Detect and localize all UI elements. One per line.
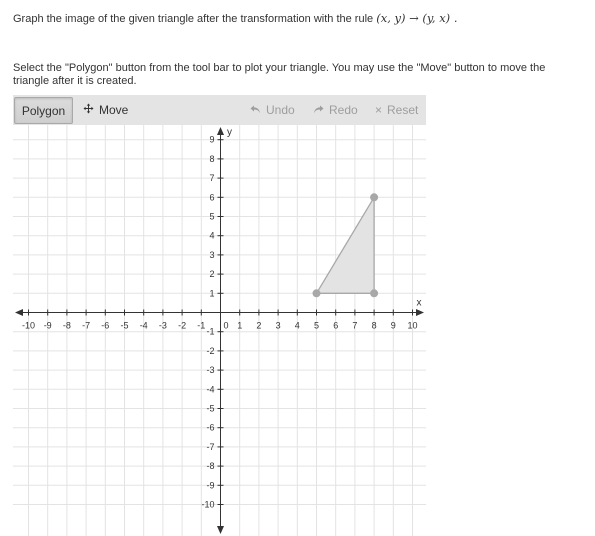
question-text: Graph the image of the given triangle af… <box>13 11 457 25</box>
y-tick-label: 2 <box>209 269 214 279</box>
x-axis-arrow-left <box>15 309 23 316</box>
x-tick-label: 0 <box>224 321 229 331</box>
transformation-rule: (x, y) → (y, x) . <box>376 11 458 25</box>
redo-button-label: Redo <box>329 103 358 117</box>
x-tick-label: 5 <box>314 321 319 331</box>
x-tick-label: -6 <box>101 321 109 331</box>
y-tick-label: 7 <box>209 173 214 183</box>
y-tick-label: 8 <box>209 154 214 164</box>
triangle-vertex-point[interactable] <box>312 289 321 298</box>
y-tick-label: -9 <box>206 480 214 490</box>
redo-button[interactable]: Redo <box>313 95 358 125</box>
x-tick-label: 1 <box>237 321 242 331</box>
undo-arrow-icon <box>250 103 261 117</box>
redo-arrow-icon <box>313 103 324 117</box>
move-button-label: Move <box>99 103 129 117</box>
undo-button-label: Undo <box>266 103 295 117</box>
x-tick-label: 8 <box>372 321 377 331</box>
reset-button[interactable]: × Reset <box>375 95 418 125</box>
x-axis-label: x <box>417 298 422 309</box>
y-axis-label: y <box>227 127 232 138</box>
x-tick-label: 10 <box>407 321 417 331</box>
y-tick-label: -7 <box>206 442 214 452</box>
x-tick-label: -5 <box>120 321 128 331</box>
triangle-polygon[interactable] <box>315 194 375 294</box>
graph-canvas[interactable]: -10 -9 -8 -7 -6 -5 -4 -3 -2 -1 0 1 2 3 4 5 6 7 8 9 10 -10 -9 -8… <box>13 125 426 536</box>
triangle-vertex-point[interactable] <box>370 289 379 298</box>
x-tick-label: -4 <box>140 321 148 331</box>
x-tick-label: -7 <box>82 321 90 331</box>
graph-toolbar: Polygon Move Undo Redo × Reset <box>13 95 426 125</box>
reset-button-label: Reset <box>387 103 419 117</box>
y-tick-label: 6 <box>209 192 214 202</box>
x-tick-label: -9 <box>44 321 52 331</box>
y-axis-arrow-up <box>217 127 224 135</box>
x-tick-label: 9 <box>391 321 396 331</box>
y-tick-label: -6 <box>206 423 214 433</box>
y-tick-label: -1 <box>206 327 214 337</box>
y-tick-label: 5 <box>209 212 214 222</box>
y-tick-label: -3 <box>206 365 214 375</box>
y-tick-label: -10 <box>201 500 214 510</box>
y-tick-label: 3 <box>209 250 214 260</box>
question-prompt: Graph the image of the given triangle af… <box>13 13 374 25</box>
x-icon: × <box>375 103 383 117</box>
x-tick-label: -3 <box>159 321 167 331</box>
y-tick-label: 10 <box>204 125 214 126</box>
x-tick-label: -10 <box>22 321 35 331</box>
y-tick-label: 9 <box>209 135 214 145</box>
x-tick-label: -2 <box>178 321 186 331</box>
x-tick-label: 2 <box>256 321 261 331</box>
coordinate-plane[interactable]: -10 -9 -8 -7 -6 -5 -4 -3 -2 -1 0 1 2 3 4 5 6 7 8 9 10-10-9-8… <box>13 125 426 536</box>
y-tick-label: -2 <box>206 346 214 356</box>
polygon-button-label: Polygon <box>21 103 66 118</box>
instructions-text: Select the "Polygon" button from the too… <box>13 62 546 87</box>
polygon-button[interactable]: Polygon <box>14 97 73 124</box>
x-tick-label: 7 <box>352 321 357 331</box>
x-axis-arrow-right <box>416 309 424 316</box>
y-tick-label: 4 <box>209 231 214 241</box>
y-tick-label: 1 <box>209 288 214 298</box>
y-tick-label: -5 <box>206 404 214 414</box>
x-tick-label: -8 <box>63 321 71 331</box>
move-arrows-icon <box>83 103 94 117</box>
move-button[interactable]: Move <box>83 95 128 125</box>
x-tick-label: 3 <box>276 321 281 331</box>
x-tick-label: 4 <box>295 321 300 331</box>
y-axis-arrow-down <box>217 526 224 534</box>
y-tick-label: -4 <box>206 384 214 394</box>
triangle-vertex-point[interactable] <box>370 193 379 202</box>
grid-lines <box>13 125 426 536</box>
x-tick-label: -1 <box>197 321 205 331</box>
x-tick-label: 6 <box>333 321 338 331</box>
undo-button[interactable]: Undo <box>250 95 295 125</box>
y-tick-label: -8 <box>206 461 214 471</box>
